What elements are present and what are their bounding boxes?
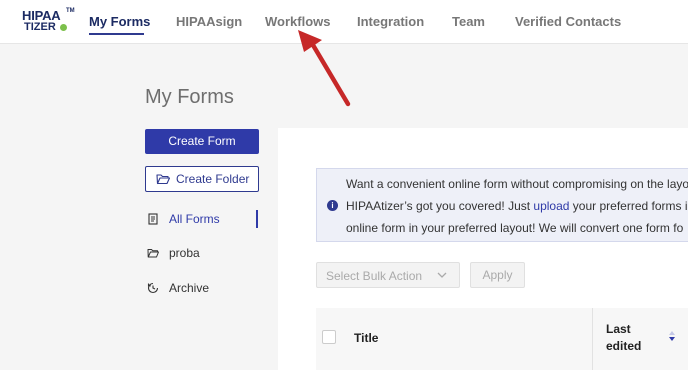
folder-icon: [147, 249, 159, 258]
forms-table-header: Title Last edited: [316, 308, 688, 370]
nav-hipaasign[interactable]: HIPAAsign: [176, 14, 242, 29]
chevron-down-icon: [437, 272, 447, 278]
select-all-checkbox[interactable]: [322, 330, 336, 344]
page-title: My Forms: [145, 86, 234, 108]
sidebar-active-indicator: [256, 210, 258, 228]
logo-text-bottom: TIZER: [24, 21, 56, 33]
annotation-arrow-icon: [298, 30, 351, 107]
info-banner: i Want a convenient online form without …: [316, 168, 688, 242]
info-text-fragment: HIPAAtizer’s got you covered! Just: [346, 199, 534, 213]
create-folder-button[interactable]: Create Folder: [145, 166, 259, 192]
logo-lock-icon: [60, 24, 67, 31]
create-folder-label: Create Folder: [176, 172, 250, 186]
archive-icon: [147, 282, 159, 294]
sidebar-item-label: proba: [169, 246, 200, 260]
nav-team[interactable]: Team: [452, 14, 485, 29]
sidebar-item-label: Archive: [169, 281, 210, 295]
bulk-action-select[interactable]: Select Bulk Action: [316, 262, 460, 288]
folder-open-icon: [156, 174, 170, 185]
column-divider: [592, 308, 593, 370]
info-text-fragment: your preferred forms in: [569, 199, 688, 213]
sidebar-item-label: All Forms: [169, 212, 220, 226]
create-form-button[interactable]: Create Form: [145, 129, 259, 154]
nav-integration[interactable]: Integration: [357, 14, 424, 29]
apply-button[interactable]: Apply: [470, 262, 525, 288]
sort-icon[interactable]: [668, 330, 676, 342]
info-text-line-2: HIPAAtizer’s got you covered! Just uploa…: [346, 199, 688, 213]
info-text-line-1: Want a convenient online form without co…: [346, 177, 688, 191]
logo-trademark: TM: [66, 8, 75, 14]
info-text-line-3: online form in your preferred layout! We…: [346, 221, 684, 235]
bulk-action-placeholder: Select Bulk Action: [326, 269, 423, 283]
nav-verified-contacts[interactable]: Verified Contacts: [515, 14, 621, 29]
column-header-title[interactable]: Title: [354, 331, 378, 345]
nav-my-forms[interactable]: My Forms: [89, 14, 150, 29]
hipaatizer-logo[interactable]: HIPAA TM TIZER: [22, 8, 75, 35]
info-icon: i: [327, 200, 338, 211]
forms-icon: [148, 213, 158, 225]
nav-active-underline: [89, 33, 144, 35]
upload-link[interactable]: upload: [533, 199, 569, 213]
column-header-last-edited[interactable]: Last edited: [606, 321, 656, 355]
forms-panel: i Want a convenient online form without …: [278, 128, 688, 370]
